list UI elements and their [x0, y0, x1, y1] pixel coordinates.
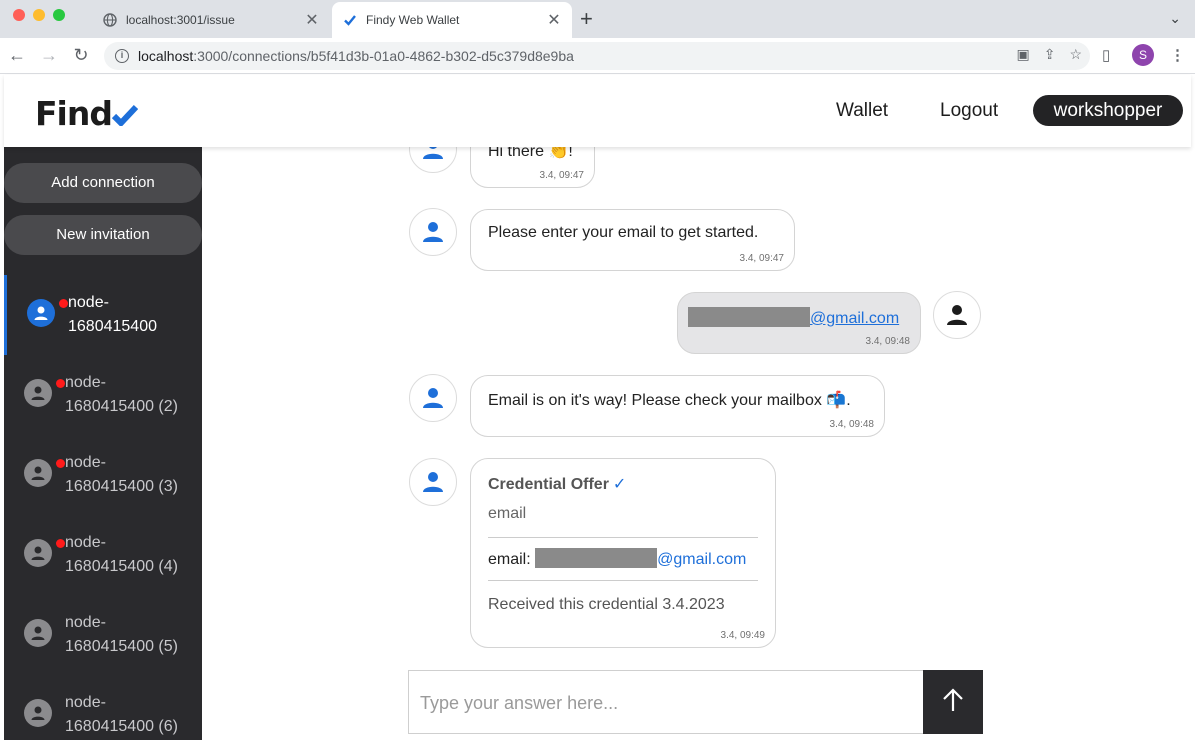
connection-name: node- 1680415400 (3)	[65, 454, 178, 495]
close-tab-icon[interactable]: ✕	[544, 10, 564, 30]
divider	[488, 537, 758, 538]
credential-attribute: email: @gmail.com	[488, 548, 746, 569]
user-badge[interactable]: workshopper	[1033, 95, 1183, 126]
app-header: Find Wallet Logout workshopper	[4, 75, 1191, 147]
person-icon	[27, 299, 55, 327]
nav-wallet-link[interactable]: Wallet	[836, 100, 888, 122]
browser-toolbar: ← → ↻ i localhost:3000/connections/b5f41…	[0, 38, 1195, 74]
minimize-window-button[interactable]	[33, 9, 45, 21]
browser-menu-icon[interactable]: ⋮	[1170, 46, 1185, 64]
message-bubble: Please enter your email to get started. …	[470, 209, 795, 271]
message-time: 3.4, 09:48	[829, 419, 874, 430]
browser-tab-bar: localhost:3001/issue ✕ Findy Web Wallet …	[0, 0, 1195, 38]
zoom-window-button[interactable]	[53, 9, 65, 21]
person-icon	[24, 379, 52, 407]
credential-offer-card[interactable]: Credential Offer ✓ email email: @gmail.co…	[470, 458, 776, 648]
connection-item[interactable]: node- 1680415400 (3)	[4, 435, 202, 515]
browser-tab-issue[interactable]: localhost:3001/issue ✕	[92, 2, 330, 38]
person-icon	[24, 699, 52, 727]
profile-avatar[interactable]: S	[1132, 44, 1154, 66]
add-connection-button[interactable]: Add connection	[4, 163, 202, 203]
answer-input[interactable]: Type your answer here...	[408, 670, 983, 734]
unread-dot	[56, 379, 65, 388]
person-icon	[24, 619, 52, 647]
side-panel-icon[interactable]: ▯	[1102, 46, 1110, 64]
person-icon	[24, 539, 52, 567]
reload-icon[interactable]: ↻	[70, 45, 92, 65]
connection-name: node- 1680415400 (6)	[65, 694, 178, 735]
my-message-bubble: @gmail.com 3.4, 09:48	[677, 292, 921, 354]
connection-item[interactable]: node- 1680415400 (4)	[4, 515, 202, 595]
connection-item[interactable]: node- 1680415400 (2)	[4, 355, 202, 435]
back-icon[interactable]: ←	[6, 45, 28, 65]
logo-check-icon	[111, 94, 139, 133]
message-time: 3.4, 09:49	[720, 630, 765, 641]
check-icon: ✓	[612, 476, 627, 493]
person-icon	[24, 459, 52, 487]
nav-logout-link[interactable]: Logout	[940, 100, 998, 122]
connection-name: node- 1680415400	[68, 294, 157, 335]
new-tab-icon[interactable]: +	[580, 8, 593, 30]
cast-blocked-icon[interactable]: ▣	[1016, 46, 1029, 63]
tab-search-chevron-icon[interactable]: ⌄	[1169, 10, 1181, 27]
message-time: 3.4, 09:47	[739, 253, 784, 264]
answer-placeholder: Type your answer here...	[420, 693, 619, 713]
share-icon[interactable]: ⇪	[1044, 46, 1056, 63]
message-text: Please enter your email to get started.	[488, 224, 759, 241]
message-bubble: Email is on it's way! Please check your …	[470, 375, 885, 437]
browser-tab-findy[interactable]: Findy Web Wallet ✕	[332, 2, 572, 38]
redacted-block	[688, 307, 810, 327]
credential-title: Credential Offer ✓	[488, 476, 627, 493]
tab-title: Findy Web Wallet	[366, 13, 460, 27]
arrow-up-icon	[942, 687, 964, 718]
globe-icon	[102, 12, 118, 28]
unread-dot	[56, 539, 65, 548]
message-time: 3.4, 09:48	[865, 336, 910, 347]
agent-avatar	[409, 208, 457, 256]
unread-dot	[56, 459, 65, 468]
bookmark-star-icon[interactable]: ☆	[1069, 46, 1082, 63]
close-window-button[interactable]	[13, 9, 25, 21]
connection-name: node- 1680415400 (5)	[65, 614, 178, 655]
message-time: 3.4, 09:47	[539, 170, 584, 181]
connection-item[interactable]: node- 1680415400 (5)	[4, 595, 202, 675]
message-text: Email is on it's way! Please check your …	[488, 392, 851, 409]
checkmark-icon	[342, 12, 358, 28]
connection-item[interactable]: node- 1680415400 (6)	[4, 675, 202, 740]
tab-title: localhost:3001/issue	[126, 13, 235, 27]
findy-logo[interactable]: Find	[35, 94, 139, 133]
redacted-block	[535, 548, 658, 568]
agent-avatar	[409, 374, 457, 422]
user-avatar	[933, 291, 981, 339]
divider	[488, 580, 758, 581]
connection-item[interactable]: node- 1680415400	[4, 275, 202, 355]
credential-type: email	[488, 505, 527, 522]
url-text: localhost:3000/connections/b5f41d3b-01a0…	[138, 48, 574, 64]
new-invitation-button[interactable]: New invitation	[4, 215, 202, 255]
site-info-icon[interactable]: i	[115, 49, 129, 63]
close-tab-icon[interactable]: ✕	[302, 10, 322, 30]
forward-icon[interactable]: →	[38, 45, 60, 65]
message-text: @gmail.com	[688, 307, 899, 328]
unread-dot	[59, 299, 68, 308]
address-bar[interactable]: i localhost:3000/connections/b5f41d3b-01…	[104, 42, 1090, 70]
send-button[interactable]	[923, 670, 983, 734]
agent-avatar	[409, 458, 457, 506]
connection-name: node- 1680415400 (4)	[65, 534, 178, 575]
connections-sidebar: Add connection New invitation node- 16804…	[4, 147, 202, 740]
credential-received-text: Received this credential 3.4.2023	[488, 596, 725, 613]
connection-name: node- 1680415400 (2)	[65, 374, 178, 415]
